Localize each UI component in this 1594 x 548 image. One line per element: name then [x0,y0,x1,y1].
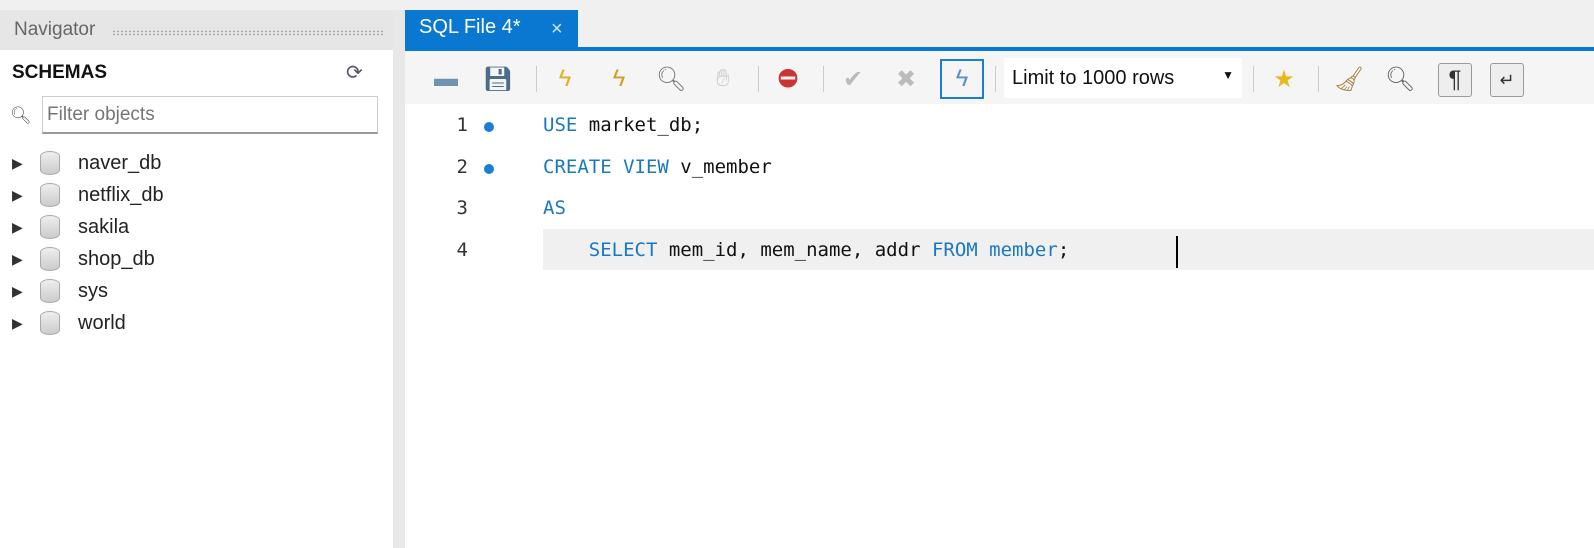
code-line[interactable]: SELECT mem_id, mem_name, addr FROM membe… [543,238,1070,261]
separator [823,66,824,92]
schema-item[interactable]: ▶ sakila [12,211,129,243]
word-wrap-icon[interactable]: ↵ [1490,63,1524,97]
separator [995,66,996,92]
add-snippet-star-icon[interactable]: ★ [1268,63,1300,95]
expand-arrow-icon[interactable]: ▶ [12,219,40,236]
schema-name: sys [78,279,108,302]
code-line[interactable]: USE market_db; [543,114,703,136]
statement-marker-icon [484,163,494,174]
execute-current-icon[interactable]: ϟ [603,63,635,95]
expand-arrow-icon[interactable]: ▶ [12,283,40,300]
database-icon [40,279,60,303]
sql-keyword: USE [543,114,578,136]
invisible-chars-icon[interactable]: ¶ [1438,63,1472,97]
beautify-broom-icon[interactable]: 🧹︎ [1333,63,1365,95]
database-icon [40,183,60,207]
expand-arrow-icon[interactable]: ▶ [12,187,40,204]
separator [758,66,759,92]
commit-icon[interactable]: ✔ [837,63,869,95]
tab-sql-file-4[interactable]: SQL File 4* × [405,10,578,48]
database-icon [40,151,60,175]
save-icon[interactable]: 💾︎ [482,63,514,95]
stop-icon[interactable]: ✋︎ [707,63,739,95]
tab-label: SQL File 4* [419,16,521,38]
sql-keyword: SELECT [588,238,658,261]
limit-value: Limit to 1000 rows [1012,67,1175,89]
separator [536,66,537,92]
execute-icon[interactable]: ϟ [549,63,581,95]
line-number: 3 [456,197,468,219]
stop-on-error-icon[interactable]: ⛔︎ [772,63,804,95]
line-number: 2 [456,155,468,178]
sql-text: v_member [668,155,772,178]
panel-splitter[interactable] [393,10,405,548]
schema-item[interactable]: ▶ shop_db [12,243,155,275]
sql-text: market_db; [577,114,704,136]
close-icon[interactable]: × [551,18,563,41]
find-icon[interactable]: 🔍︎ [1384,63,1416,95]
schema-item[interactable]: ▶ netflix_db [12,179,164,211]
sql-text: mem_id, mem_name, addr [657,238,932,261]
refresh-icon[interactable]: ⟳ [346,60,363,85]
expand-arrow-icon[interactable]: ▶ [12,251,40,268]
schema-name: netflix_db [78,183,164,206]
sql-text: ; [1057,238,1070,261]
expand-arrow-icon[interactable]: ▶ [12,315,40,332]
schema-name: sakila [78,215,130,238]
code-line[interactable]: AS [543,197,566,219]
text-cursor [1176,236,1178,268]
limit-rows-select[interactable]: Limit to 1000 rows ▼ [1004,58,1242,98]
schema-item[interactable]: ▶ naver_db [12,147,161,179]
schema-item[interactable]: ▶ sys [12,275,108,307]
filter-objects-input[interactable] [42,96,378,134]
database-icon [40,247,60,271]
navigator-header: Navigator [0,10,393,50]
statement-marker-icon [484,122,494,132]
database-icon [40,215,60,239]
expand-arrow-icon[interactable]: ▶ [12,155,40,172]
open-folder-icon[interactable]: ▬ [430,63,462,95]
database-icon [40,311,60,335]
schemas-heading: SCHEMAS [12,62,108,83]
schema-name: world [78,311,126,334]
schema-item[interactable]: ▶ world [12,307,126,339]
chevron-down-icon: ▼ [1222,68,1234,82]
code-line[interactable]: CREATE VIEW v_member [543,156,772,178]
autocommit-toggle-icon[interactable]: ϟ [940,59,984,99]
schema-name: shop_db [78,247,155,270]
search-icon: 🔍︎ [10,106,32,125]
drag-handle[interactable] [112,30,385,36]
separator [1318,66,1319,92]
schema-name: naver_db [78,151,162,174]
line-number: 4 [456,238,468,261]
sql-keyword: AS [543,197,566,219]
sql-keyword: member [989,238,1058,261]
separator [1253,66,1254,92]
navigator-title: Navigator [14,19,96,40]
sql-keyword: CREATE VIEW [543,155,669,178]
sql-keyword: FROM [931,238,978,261]
line-number: 1 [456,114,468,136]
explain-icon[interactable]: 🔍︎ [655,63,687,95]
rollback-icon[interactable]: ✖ [890,63,922,95]
